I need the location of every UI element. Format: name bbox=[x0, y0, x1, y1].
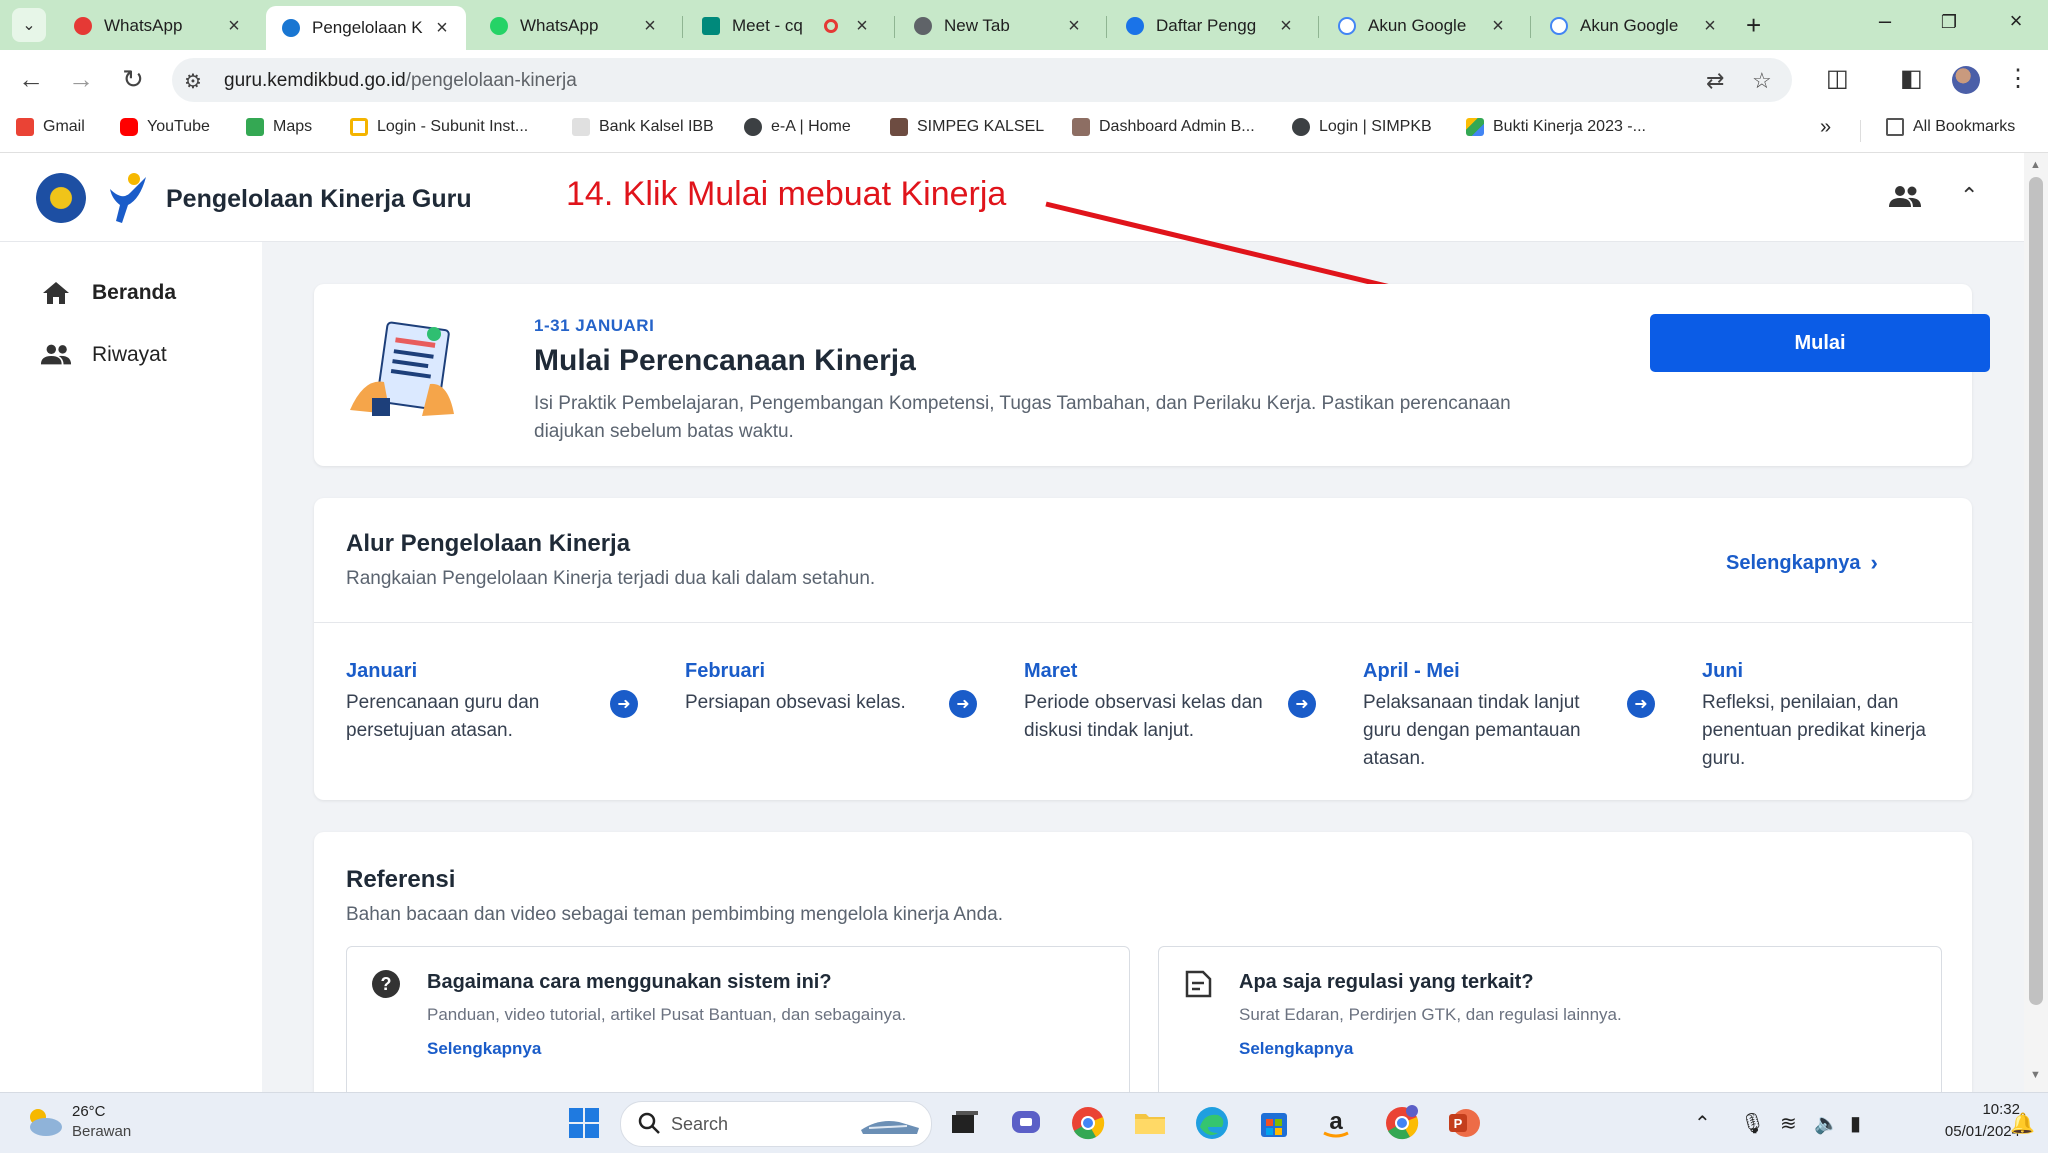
arrow-right-icon: ➜ bbox=[610, 690, 638, 718]
amazon-icon[interactable]: a bbox=[1318, 1105, 1354, 1141]
powerpoint-icon[interactable]: P bbox=[1446, 1105, 1482, 1141]
scroll-down-icon[interactable]: ▼ bbox=[2030, 1069, 2041, 1081]
weather-description[interactable]: Berawan bbox=[72, 1123, 131, 1140]
weather-temperature[interactable]: 26°C bbox=[72, 1103, 106, 1120]
alur-more-link[interactable]: Selengkapnya › bbox=[1726, 550, 1878, 576]
teams-chat-icon[interactable] bbox=[1008, 1105, 1044, 1141]
referensi-question: Apa saja regulasi yang terkait? bbox=[1239, 971, 1534, 993]
referensi-item-regulasi[interactable]: Apa saja regulasi yang terkait? Surat Ed… bbox=[1158, 946, 1942, 1098]
chevron-right-icon: › bbox=[1870, 550, 1878, 575]
svg-text:P: P bbox=[1454, 1116, 1463, 1131]
battery-icon[interactable]: ▮ bbox=[1850, 1111, 1861, 1136]
search-icon bbox=[638, 1112, 660, 1134]
step-januari: Januari Perencanaan guru dan persetujuan… bbox=[346, 660, 586, 745]
more-link-label: Selengkapnya bbox=[1726, 551, 1861, 574]
plan-description: Isi Praktik Pembelajaran, Pengembangan K… bbox=[534, 393, 1511, 442]
sidebar-item-riwayat[interactable]: Riwayat bbox=[40, 342, 167, 368]
taskbar-search[interactable]: Search bbox=[620, 1101, 932, 1147]
svg-text:a: a bbox=[1329, 1108, 1343, 1135]
file-explorer-icon[interactable] bbox=[1132, 1105, 1168, 1141]
sidebar-item-beranda[interactable]: Beranda bbox=[40, 280, 176, 306]
tray-overflow-icon[interactable]: ⌃ bbox=[1694, 1111, 1711, 1136]
referensi-subtitle: Bahan bacaan dan video sebagai teman pem… bbox=[346, 904, 1004, 925]
arrow-right-icon: ➜ bbox=[949, 690, 977, 718]
sidebar: Beranda Riwayat bbox=[0, 242, 262, 1092]
step-description: Pelaksanaan tindak lanjut guru dengan pe… bbox=[1363, 692, 1581, 769]
divider bbox=[314, 622, 1972, 623]
volume-icon[interactable]: 🔈 bbox=[1814, 1111, 1839, 1136]
search-highlight-icon bbox=[861, 1121, 919, 1134]
referensi-link[interactable]: Selengkapnya bbox=[427, 1039, 541, 1059]
windows-taskbar: 26°C Berawan Search a P ⌃ 🎙 ≋ 🔈 ▮ 10:32 … bbox=[0, 1092, 2048, 1153]
step-februari: Februari Persiapan obsevasi kelas. bbox=[685, 660, 925, 717]
sidebar-item-label: Beranda bbox=[92, 281, 177, 304]
plan-date: 1-31 JANUARI bbox=[534, 316, 655, 335]
referensi-link[interactable]: Selengkapnya bbox=[1239, 1039, 1353, 1059]
clock-date[interactable]: 05/01/2024 bbox=[1896, 1123, 2020, 1140]
plan-title: Mulai Perencanaan Kinerja bbox=[534, 344, 916, 377]
step-description: Refleksi, penilaian, dan penentuan predi… bbox=[1702, 692, 1926, 769]
step-description: Perencanaan guru dan persetujuan atasan. bbox=[346, 692, 540, 741]
step-month: Maret bbox=[1024, 660, 1078, 682]
weather-cloud-icon[interactable] bbox=[24, 1105, 64, 1139]
document-icon bbox=[1185, 970, 1212, 998]
step-maret: Maret Periode observasi kelas dan diskus… bbox=[1024, 660, 1264, 745]
plan-card: 1-31 JANUARI Mulai Perencanaan Kinerja I… bbox=[314, 284, 1990, 466]
step-description: Periode observasi kelas dan diskusi tind… bbox=[1024, 692, 1263, 741]
chrome-profile-icon[interactable] bbox=[1384, 1105, 1420, 1141]
step-month: Februari bbox=[685, 660, 766, 682]
step-month: April - Mei bbox=[1363, 660, 1460, 682]
search-placeholder: Search bbox=[671, 1114, 729, 1134]
referensi-description: Panduan, video tutorial, artikel Pusat B… bbox=[427, 1005, 907, 1024]
step-description: Persiapan obsevasi kelas. bbox=[685, 692, 906, 713]
windows-start-icon[interactable] bbox=[566, 1105, 602, 1141]
alur-card: Alur Pengelolaan Kinerja Rangkaian Penge… bbox=[314, 498, 1972, 800]
referensi-description: Surat Edaran, Perdirjen GTK, dan regulas… bbox=[1239, 1005, 1622, 1024]
edge-icon[interactable] bbox=[1194, 1105, 1230, 1141]
referensi-title: Referensi bbox=[346, 866, 456, 893]
page-scrollbar[interactable]: ▲ ▼ bbox=[2024, 153, 2048, 1092]
help-circle-icon: ? bbox=[372, 970, 400, 998]
people-icon bbox=[40, 344, 72, 365]
planning-illustration bbox=[350, 321, 454, 416]
chrome-icon[interactable] bbox=[1070, 1105, 1106, 1141]
step-month: Januari bbox=[346, 660, 418, 682]
step-month: Juni bbox=[1702, 660, 1744, 682]
step-juni: Juni Refleksi, penilaian, dan penentuan … bbox=[1702, 660, 1942, 773]
microsoft-store-icon[interactable] bbox=[1256, 1105, 1292, 1141]
referensi-card: Referensi Bahan bacaan dan video sebagai… bbox=[314, 832, 1972, 1112]
arrow-right-icon: ➜ bbox=[1627, 690, 1655, 718]
scroll-up-icon[interactable]: ▲ bbox=[2030, 159, 2041, 171]
sidebar-item-label: Riwayat bbox=[92, 343, 167, 366]
main-content: 1-31 JANUARI Mulai Perencanaan Kinerja I… bbox=[262, 242, 2024, 1112]
arrow-right-icon: ➜ bbox=[1288, 690, 1316, 718]
clock-time[interactable]: 10:32 bbox=[1940, 1101, 2020, 1118]
step-april-mei: April - Mei Pelaksanaan tindak lanjut gu… bbox=[1363, 660, 1603, 773]
referensi-item-cara[interactable]: ? Bagaimana cara menggunakan sistem ini?… bbox=[346, 946, 1130, 1098]
notification-bell-icon[interactable]: 🔔 bbox=[2010, 1111, 2035, 1136]
alur-subtitle: Rangkaian Pengelolaan Kinerja terjadi du… bbox=[346, 568, 876, 589]
task-view-icon[interactable] bbox=[946, 1105, 982, 1141]
microphone-icon[interactable]: 🎙 bbox=[1740, 1111, 1765, 1136]
alur-title: Alur Pengelolaan Kinerja bbox=[346, 530, 631, 557]
referensi-question: Bagaimana cara menggunakan sistem ini? bbox=[427, 971, 832, 993]
wifi-icon[interactable]: ≋ bbox=[1780, 1111, 1797, 1136]
home-icon bbox=[43, 282, 69, 304]
svg-text:?: ? bbox=[381, 974, 392, 994]
scroll-thumb[interactable] bbox=[2029, 177, 2043, 1005]
mulai-button[interactable]: Mulai bbox=[1650, 314, 1990, 372]
